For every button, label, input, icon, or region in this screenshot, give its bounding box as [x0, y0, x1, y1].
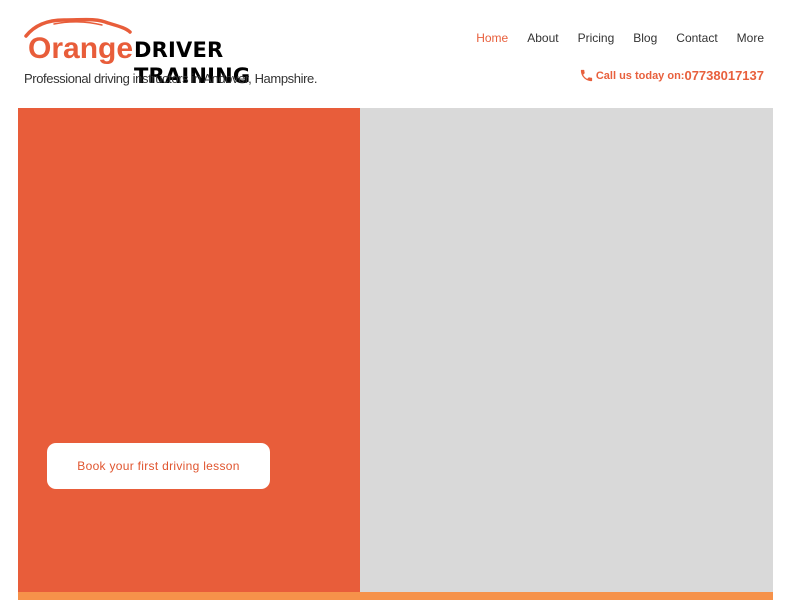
nav-home[interactable]: Home	[476, 31, 508, 45]
hero-panel-left: Book your first driving lesson	[18, 108, 360, 592]
site-logo[interactable]: Orange DRIVER TRAINING	[24, 14, 334, 88]
bottom-accent-bar	[18, 592, 773, 600]
book-lesson-button[interactable]: Book your first driving lesson	[47, 443, 270, 489]
page: Orange DRIVER TRAINING Professional driv…	[0, 0, 800, 600]
site-tagline: Professional driving instructors in Ando…	[24, 71, 318, 86]
call-us: Call us today on: 07738017137	[579, 68, 764, 83]
logo-orange-word: Orange	[28, 32, 134, 65]
nav-about[interactable]: About	[527, 31, 558, 45]
nav-contact[interactable]: Contact	[676, 31, 717, 45]
call-label: Call us today on:	[595, 69, 685, 82]
phone-number-link[interactable]: 07738017137	[684, 68, 764, 83]
main-nav: Home About Pricing Blog Contact More	[457, 31, 764, 45]
phone-icon	[580, 69, 592, 82]
nav-pricing[interactable]: Pricing	[578, 31, 615, 45]
hero-image-placeholder	[360, 108, 773, 592]
nav-more[interactable]: More	[737, 31, 764, 45]
nav-blog[interactable]: Blog	[633, 31, 657, 45]
